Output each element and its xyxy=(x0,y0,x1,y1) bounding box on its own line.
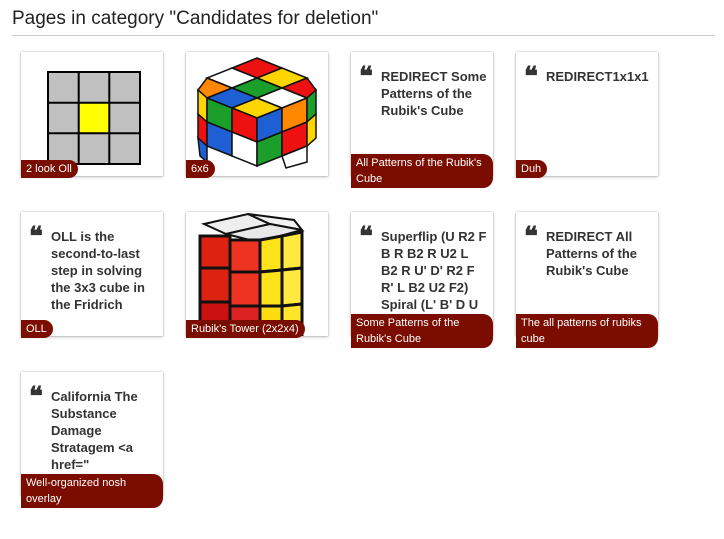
card-6x6[interactable]: 6x6 xyxy=(186,52,328,178)
card-excerpt: REDIRECT All Patterns of the Rubik's Cub… xyxy=(546,229,638,278)
rubiks-tower-2x2x4-photo-icon xyxy=(186,212,328,336)
card-label[interactable]: OLL xyxy=(21,320,53,338)
card-label[interactable]: Rubik's Tower (2x2x4) xyxy=(186,320,305,338)
quote-icon: ❝ xyxy=(29,382,43,412)
card-excerpt: California The Substance Damage Stratage… xyxy=(51,389,138,472)
quote-icon: ❝ xyxy=(29,222,43,252)
card-excerpt: Superflip (U R2 F B R B2 R U2 L B2 R U' … xyxy=(381,229,487,312)
card-duh[interactable]: ❝ REDIRECT1x1x1 Duh xyxy=(516,52,658,178)
card-some-patterns[interactable]: ❝ Superflip (U R2 F B R B2 R U2 L B2 R U… xyxy=(351,212,493,348)
quote-icon: ❝ xyxy=(359,222,373,252)
card-all-patterns-rubiks[interactable]: ❝ REDIRECT All Patterns of the Rubik's C… xyxy=(516,212,658,348)
card-rubiks-tower[interactable]: Rubik's Tower (2x2x4) xyxy=(186,212,328,338)
card-label[interactable]: Duh xyxy=(516,160,548,178)
card-nosh-overlay[interactable]: ❝ California The Substance Damage Strata… xyxy=(21,372,163,508)
rubiks-cube-3x3-photo-icon xyxy=(186,52,328,176)
card-label[interactable]: Well-organized nosh overlay xyxy=(21,474,163,508)
quote-icon: ❝ xyxy=(359,62,373,92)
title-divider xyxy=(12,35,715,36)
card-oll[interactable]: ❝ OLL is the second-to-last step in solv… xyxy=(21,212,163,338)
oll-grid-icon xyxy=(21,52,163,176)
quote-icon: ❝ xyxy=(524,62,538,92)
card-excerpt: REDIRECT1x1x1 xyxy=(546,69,649,84)
card-label[interactable]: 6x6 xyxy=(186,160,215,178)
card-2-look-oll[interactable]: 2 look Oll xyxy=(21,52,163,178)
card-label[interactable]: All Patterns of the Rubik's Cube xyxy=(351,154,493,188)
card-label[interactable]: 2 look Oll xyxy=(21,160,78,178)
card-excerpt: OLL is the second-to-last step in solvin… xyxy=(51,229,145,312)
quote-icon: ❝ xyxy=(524,222,538,252)
card-label[interactable]: The all patterns of rubiks cube xyxy=(516,314,658,348)
card-excerpt: REDIRECT Some Patterns of the Rubik's Cu… xyxy=(381,69,487,118)
card-label[interactable]: Some Patterns of the Rubik's Cube xyxy=(351,314,493,348)
card-all-patterns[interactable]: ❝ REDIRECT Some Patterns of the Rubik's … xyxy=(351,52,493,188)
page-title: Pages in category "Candidates for deleti… xyxy=(12,8,379,29)
